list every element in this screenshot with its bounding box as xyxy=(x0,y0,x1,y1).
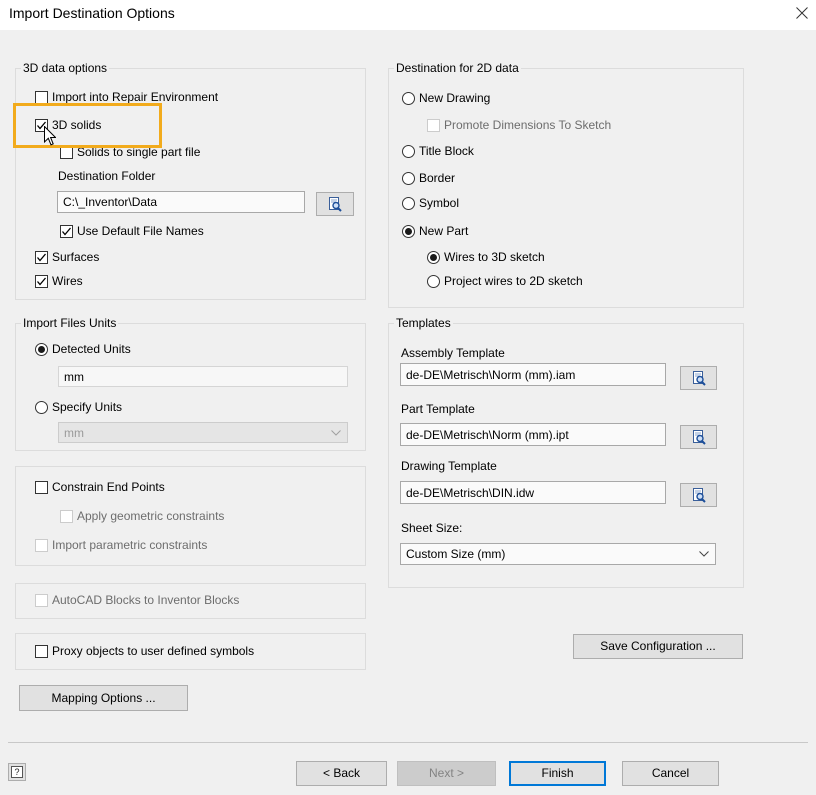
checkbox-box[interactable] xyxy=(35,645,48,658)
radio-dot xyxy=(430,254,437,261)
specify-units-label: Specify Units xyxy=(52,400,123,414)
checkmark-icon xyxy=(37,277,46,286)
checkbox-box[interactable] xyxy=(427,119,440,132)
templates-group-title: Templates xyxy=(394,316,453,331)
checkbox-box[interactable] xyxy=(60,510,73,523)
use-default-file-names-label: Use Default File Names xyxy=(77,224,204,238)
browse-icon xyxy=(692,488,706,503)
radio-circle[interactable] xyxy=(427,251,440,264)
footer-separator xyxy=(8,742,808,743)
new-drawing-label: New Drawing xyxy=(419,91,491,105)
checkbox-box[interactable] xyxy=(35,539,48,552)
proxy-objects-label: Proxy objects to user defined symbols xyxy=(52,644,255,658)
part-template-input[interactable] xyxy=(400,423,666,446)
save-configuration-button[interactable]: Save Configuration ... xyxy=(573,634,743,659)
radio-circle[interactable] xyxy=(35,401,48,414)
checkbox-box[interactable] xyxy=(60,225,73,238)
checkmark-icon xyxy=(62,227,71,236)
radio-circle[interactable] xyxy=(35,343,48,356)
detected-units-label: Detected Units xyxy=(52,342,131,356)
back-button[interactable]: < Back xyxy=(296,761,387,786)
units-group-title: Import Files Units xyxy=(21,316,119,331)
radio-circle[interactable] xyxy=(402,92,415,105)
symbol-label: Symbol xyxy=(419,196,460,210)
apply-geometric-constraints-label: Apply geometric constraints xyxy=(77,509,225,523)
assembly-template-input[interactable] xyxy=(400,363,666,386)
wires-to-3d-sketch-label: Wires to 3D sketch xyxy=(444,250,545,264)
browse-icon xyxy=(692,371,706,386)
dest2d-group-title: Destination for 2D data xyxy=(394,61,521,76)
help-button[interactable]: ? xyxy=(8,763,26,781)
title-bar: Import Destination Options xyxy=(0,0,816,30)
mouse-cursor-icon xyxy=(44,126,56,146)
window-title: Import Destination Options xyxy=(9,5,175,21)
destination-folder-browse-button[interactable] xyxy=(316,192,354,216)
data3d-group-title: 3D data options xyxy=(21,61,110,76)
autocad-blocks-label: AutoCAD Blocks to Inventor Blocks xyxy=(52,593,240,607)
specify-units-dropdown[interactable]: mm xyxy=(58,422,348,443)
highlight-box xyxy=(13,103,162,148)
part-template-browse-button[interactable] xyxy=(680,425,717,449)
assembly-template-browse-button[interactable] xyxy=(680,366,717,390)
checkbox-box[interactable] xyxy=(35,251,48,264)
constrain-end-points-label: Constrain End Points xyxy=(52,480,165,494)
border-label: Border xyxy=(419,171,456,185)
checkbox-box[interactable] xyxy=(35,481,48,494)
destination-folder-input[interactable] xyxy=(57,191,305,213)
mapping-options-button[interactable]: Mapping Options ... xyxy=(19,685,188,711)
finish-button[interactable]: Finish xyxy=(509,761,606,786)
surfaces-label: Surfaces xyxy=(52,250,100,264)
radio-circle[interactable] xyxy=(402,225,415,238)
radio-circle[interactable] xyxy=(402,197,415,210)
radio-circle[interactable] xyxy=(402,145,415,158)
chevron-down-icon xyxy=(331,429,341,436)
checkbox-box[interactable] xyxy=(35,275,48,288)
help-icon: ? xyxy=(11,766,23,778)
sheet-size-label: Sheet Size: xyxy=(401,521,463,535)
new-part-label: New Part xyxy=(419,224,469,238)
wires-label: Wires xyxy=(52,274,83,288)
title-block-label: Title Block xyxy=(419,144,474,158)
sheet-size-dropdown[interactable]: Custom Size (mm) xyxy=(400,543,716,565)
specify-units-value: mm xyxy=(64,426,84,440)
promote-dimensions-label: Promote Dimensions To Sketch xyxy=(444,118,612,132)
drawing-template-label: Drawing Template xyxy=(401,459,497,473)
radio-circle[interactable] xyxy=(402,172,415,185)
detected-units-field[interactable] xyxy=(58,366,348,387)
chevron-down-icon xyxy=(699,551,709,557)
assembly-template-label: Assembly Template xyxy=(401,346,505,360)
drawing-template-input[interactable] xyxy=(400,481,666,504)
checkmark-icon xyxy=(37,253,46,262)
destination-folder-label: Destination Folder xyxy=(58,169,156,183)
sheet-size-value: Custom Size (mm) xyxy=(406,547,506,561)
browse-icon xyxy=(329,197,342,212)
next-button[interactable]: Next > xyxy=(397,761,496,786)
import-parametric-constraints-label: Import parametric constraints xyxy=(52,538,208,552)
checkbox-box[interactable] xyxy=(35,594,48,607)
radio-dot xyxy=(405,228,412,235)
drawing-template-browse-button[interactable] xyxy=(680,483,717,507)
radio-dot xyxy=(38,346,45,353)
browse-icon xyxy=(692,430,706,445)
radio-circle[interactable] xyxy=(427,275,440,288)
part-template-label: Part Template xyxy=(401,402,475,416)
cancel-button[interactable]: Cancel xyxy=(622,761,719,786)
close-icon[interactable] xyxy=(796,7,808,19)
project-wires-to-2d-sketch-label: Project wires to 2D sketch xyxy=(444,274,583,288)
